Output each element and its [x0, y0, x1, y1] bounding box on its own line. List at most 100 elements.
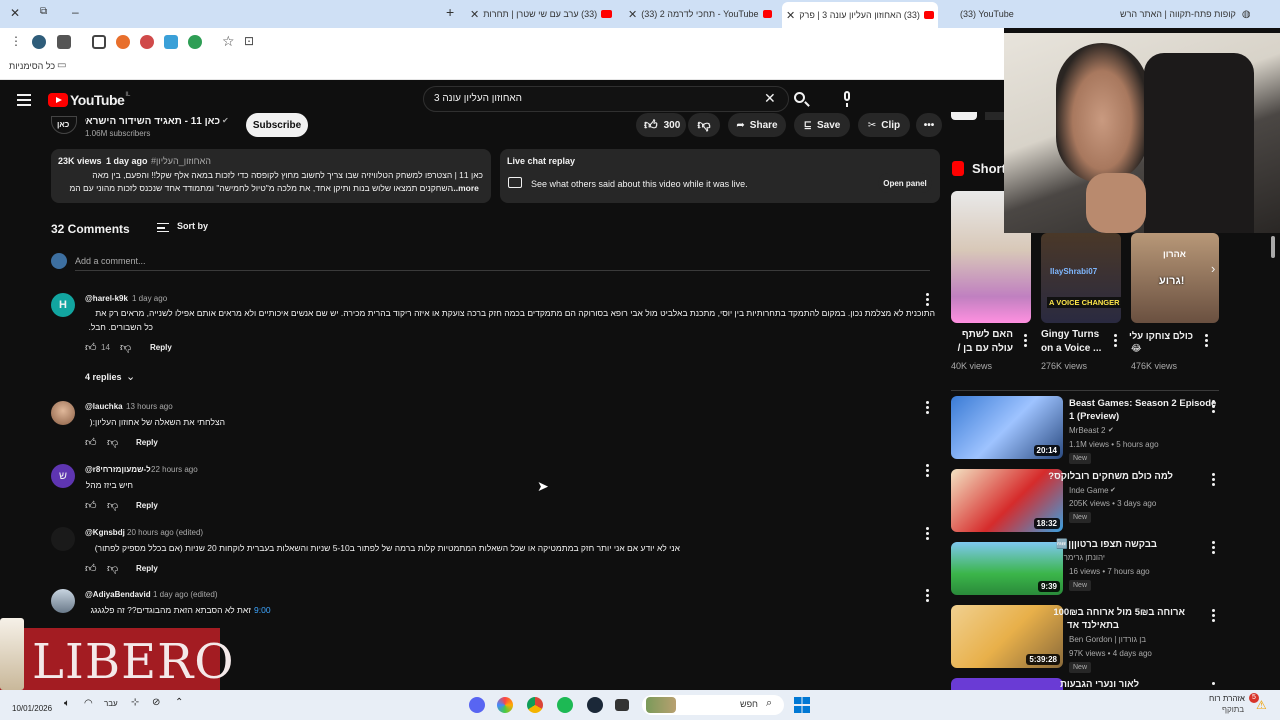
- video-channel[interactable]: MrBeast 2: [1069, 426, 1105, 435]
- video-channel[interactable]: Inde Game: [1069, 486, 1109, 495]
- tray-expand-icon[interactable]: ⌃: [175, 697, 183, 708]
- language-indicator[interactable]: עבר: [104, 699, 118, 708]
- video-title-line-1[interactable]: בבקשה תצפו ברטוןןן🆓: [1056, 539, 1157, 550]
- short-title-line-1[interactable]: האם לשתף: [951, 329, 1013, 340]
- video-title-line-1[interactable]: למה כולם משחקים רובלוקס?: [1048, 471, 1173, 482]
- comment-menu-icon[interactable]: [926, 401, 930, 416]
- minimize-icon[interactable]: –: [72, 5, 79, 19]
- video-menu-icon[interactable]: [1212, 609, 1216, 624]
- bookmark-star-icon[interactable]: ☆: [222, 33, 235, 50]
- video-menu-icon[interactable]: [1212, 473, 1216, 488]
- comment-avatar[interactable]: [51, 401, 75, 425]
- search-box[interactable]: האחוזון העליון עונה 3 ✕: [423, 86, 789, 112]
- short-menu-icon[interactable]: [1114, 334, 1118, 349]
- extension-green-icon[interactable]: [188, 35, 202, 49]
- description-card[interactable]: 23K views 1 day ago #האחוזון_העליון כאן …: [51, 149, 491, 203]
- video-thumbnail[interactable]: 5:39:28: [951, 605, 1063, 668]
- search-button-icon[interactable]: [791, 90, 811, 110]
- video-thumbnail[interactable]: 9:39: [951, 542, 1063, 595]
- comment-age[interactable]: 13 hours ago: [126, 402, 173, 411]
- kebab-menu-icon[interactable]: ⋮: [10, 34, 22, 48]
- short-menu-icon[interactable]: [1024, 334, 1028, 349]
- comment-menu-icon[interactable]: [926, 589, 930, 604]
- reply-button[interactable]: Reply: [136, 501, 158, 510]
- reply-button[interactable]: Reply: [150, 343, 172, 352]
- media-control-icon[interactable]: [57, 35, 71, 49]
- comment-author[interactable]: @harel-k9k: [85, 294, 128, 303]
- video-menu-icon[interactable]: [1212, 541, 1216, 556]
- wifi-icon[interactable]: ◠: [84, 698, 93, 709]
- comment-dislike-icon[interactable]: 👎︎: [107, 499, 118, 512]
- channel-avatar[interactable]: כאן: [51, 116, 77, 134]
- comment-timestamp-link[interactable]: 9:00: [254, 605, 271, 615]
- tab-shai-stern[interactable]: ✕ (33) ערב עם שי שטרן | תחרות: [466, 4, 622, 24]
- comment-author[interactable]: @AdiyaBendavid: [85, 590, 151, 599]
- video-title-line-2[interactable]: בתאילנד אד: [1067, 620, 1119, 631]
- extensions-icon[interactable]: [92, 35, 106, 49]
- shorts-next-button[interactable]: ›: [1207, 261, 1225, 279]
- comment-dislike-icon[interactable]: 👎︎: [107, 562, 118, 575]
- comment-like-icon[interactable]: 👍︎: [85, 436, 97, 449]
- short-title-line-1[interactable]: כולם צוחקו עלי: [1129, 331, 1193, 342]
- comment-menu-icon[interactable]: [926, 293, 930, 308]
- short-title-line-1[interactable]: Gingy Turns: [1041, 329, 1099, 340]
- comment-like-icon[interactable]: 👍︎: [85, 499, 97, 512]
- reply-button[interactable]: Reply: [136, 438, 158, 447]
- comment-avatar[interactable]: [51, 589, 75, 613]
- file-explorer-icon[interactable]: [615, 699, 629, 711]
- profile-avatar-icon[interactable]: [32, 35, 46, 49]
- comment-dislike-icon[interactable]: 👎︎: [107, 436, 118, 449]
- weather-alert-line-2[interactable]: בתוקף: [1222, 705, 1244, 714]
- window-close-icon[interactable]: ✕: [10, 6, 20, 20]
- video-title-line-2[interactable]: 1 (Preview): [1069, 411, 1119, 422]
- short-title-line-2[interactable]: 😂: [1131, 343, 1142, 354]
- youtube-logo[interactable]: YouTube IL: [48, 92, 130, 108]
- extension-red-icon[interactable]: [140, 35, 154, 49]
- dislike-button[interactable]: 👎︎: [688, 113, 720, 137]
- tab-close-icon[interactable]: ✕: [470, 8, 479, 21]
- add-comment-input[interactable]: Add a comment...: [75, 256, 146, 266]
- clear-search-icon[interactable]: ✕: [764, 90, 776, 107]
- short-title-line-2[interactable]: on a Voice ...: [1041, 343, 1101, 354]
- extension-wind-icon[interactable]: [164, 35, 178, 49]
- tab-close-icon[interactable]: ✕: [628, 8, 637, 21]
- tab-kupot[interactable]: קופות פתח-תקווה | האתר הרש ◍: [1100, 4, 1250, 24]
- comment-avatar[interactable]: ש: [51, 464, 75, 488]
- reply-button[interactable]: Reply: [136, 564, 158, 573]
- video-thumbnail[interactable]: [951, 678, 1063, 690]
- video-thumbnail[interactable]: 20:14: [951, 396, 1063, 459]
- show-more-link[interactable]: ...more: [451, 183, 479, 193]
- taskbar-search-box[interactable]: חפש ⌕: [642, 695, 784, 715]
- taskbar-date[interactable]: 10/01/2026: [12, 704, 52, 713]
- channel-name[interactable]: כאן 11 - תאגיד השידור הישראלי: [85, 116, 220, 127]
- steam-icon[interactable]: [587, 697, 603, 713]
- search-input[interactable]: האחוזון העליון עונה 3: [434, 93, 522, 104]
- clip-button[interactable]: ✂ Clip: [858, 113, 910, 137]
- volume-icon[interactable]: 🔈︎: [64, 698, 70, 709]
- comment-age[interactable]: 1 day ago: [132, 294, 167, 303]
- comment-dislike-icon[interactable]: 👎︎: [120, 341, 131, 354]
- comment-author[interactable]: @lauchka: [85, 402, 123, 411]
- chrome-icon[interactable]: [527, 697, 543, 713]
- comment-author[interactable]: @r8ל-שמעוןמזרחי: [85, 465, 151, 474]
- right-top-pill-2[interactable]: [985, 112, 1005, 120]
- comment-like-icon[interactable]: 👍︎: [85, 341, 97, 354]
- comment-like-icon[interactable]: 👍︎: [85, 562, 97, 575]
- video-menu-icon[interactable]: [1212, 682, 1216, 687]
- share-button[interactable]: ➦ Share: [728, 113, 786, 137]
- like-button[interactable]: 👍︎ 300: [636, 113, 686, 137]
- windows-start-icon[interactable]: [794, 697, 810, 713]
- video-title-line-1[interactable]: לאור ונערי הגבעות: [1060, 679, 1139, 690]
- hashtag-link[interactable]: #האחוזון_העליון: [151, 156, 211, 166]
- weather-alert-line-1[interactable]: אזהרת רוח: [1209, 694, 1245, 703]
- comment-menu-icon[interactable]: [926, 527, 930, 542]
- comment-avatar[interactable]: [51, 527, 75, 551]
- all-bookmarks-label[interactable]: כל הסימניות: [9, 61, 55, 71]
- comment-age[interactable]: 20 hours ago (edited): [127, 528, 203, 537]
- short-thumbnail[interactable]: IlayShrabi07 A VOICE CHANGER: [1041, 233, 1121, 323]
- video-thumbnail[interactable]: 18:32: [951, 469, 1063, 532]
- tab-drama[interactable]: ✕ (33) תחכי לדרמה 2 - YouTube: [624, 4, 776, 24]
- spotify-icon[interactable]: [557, 697, 573, 713]
- page-scrollbar[interactable]: [1271, 236, 1275, 258]
- video-channel[interactable]: יהונתן גרימר: [1064, 553, 1105, 562]
